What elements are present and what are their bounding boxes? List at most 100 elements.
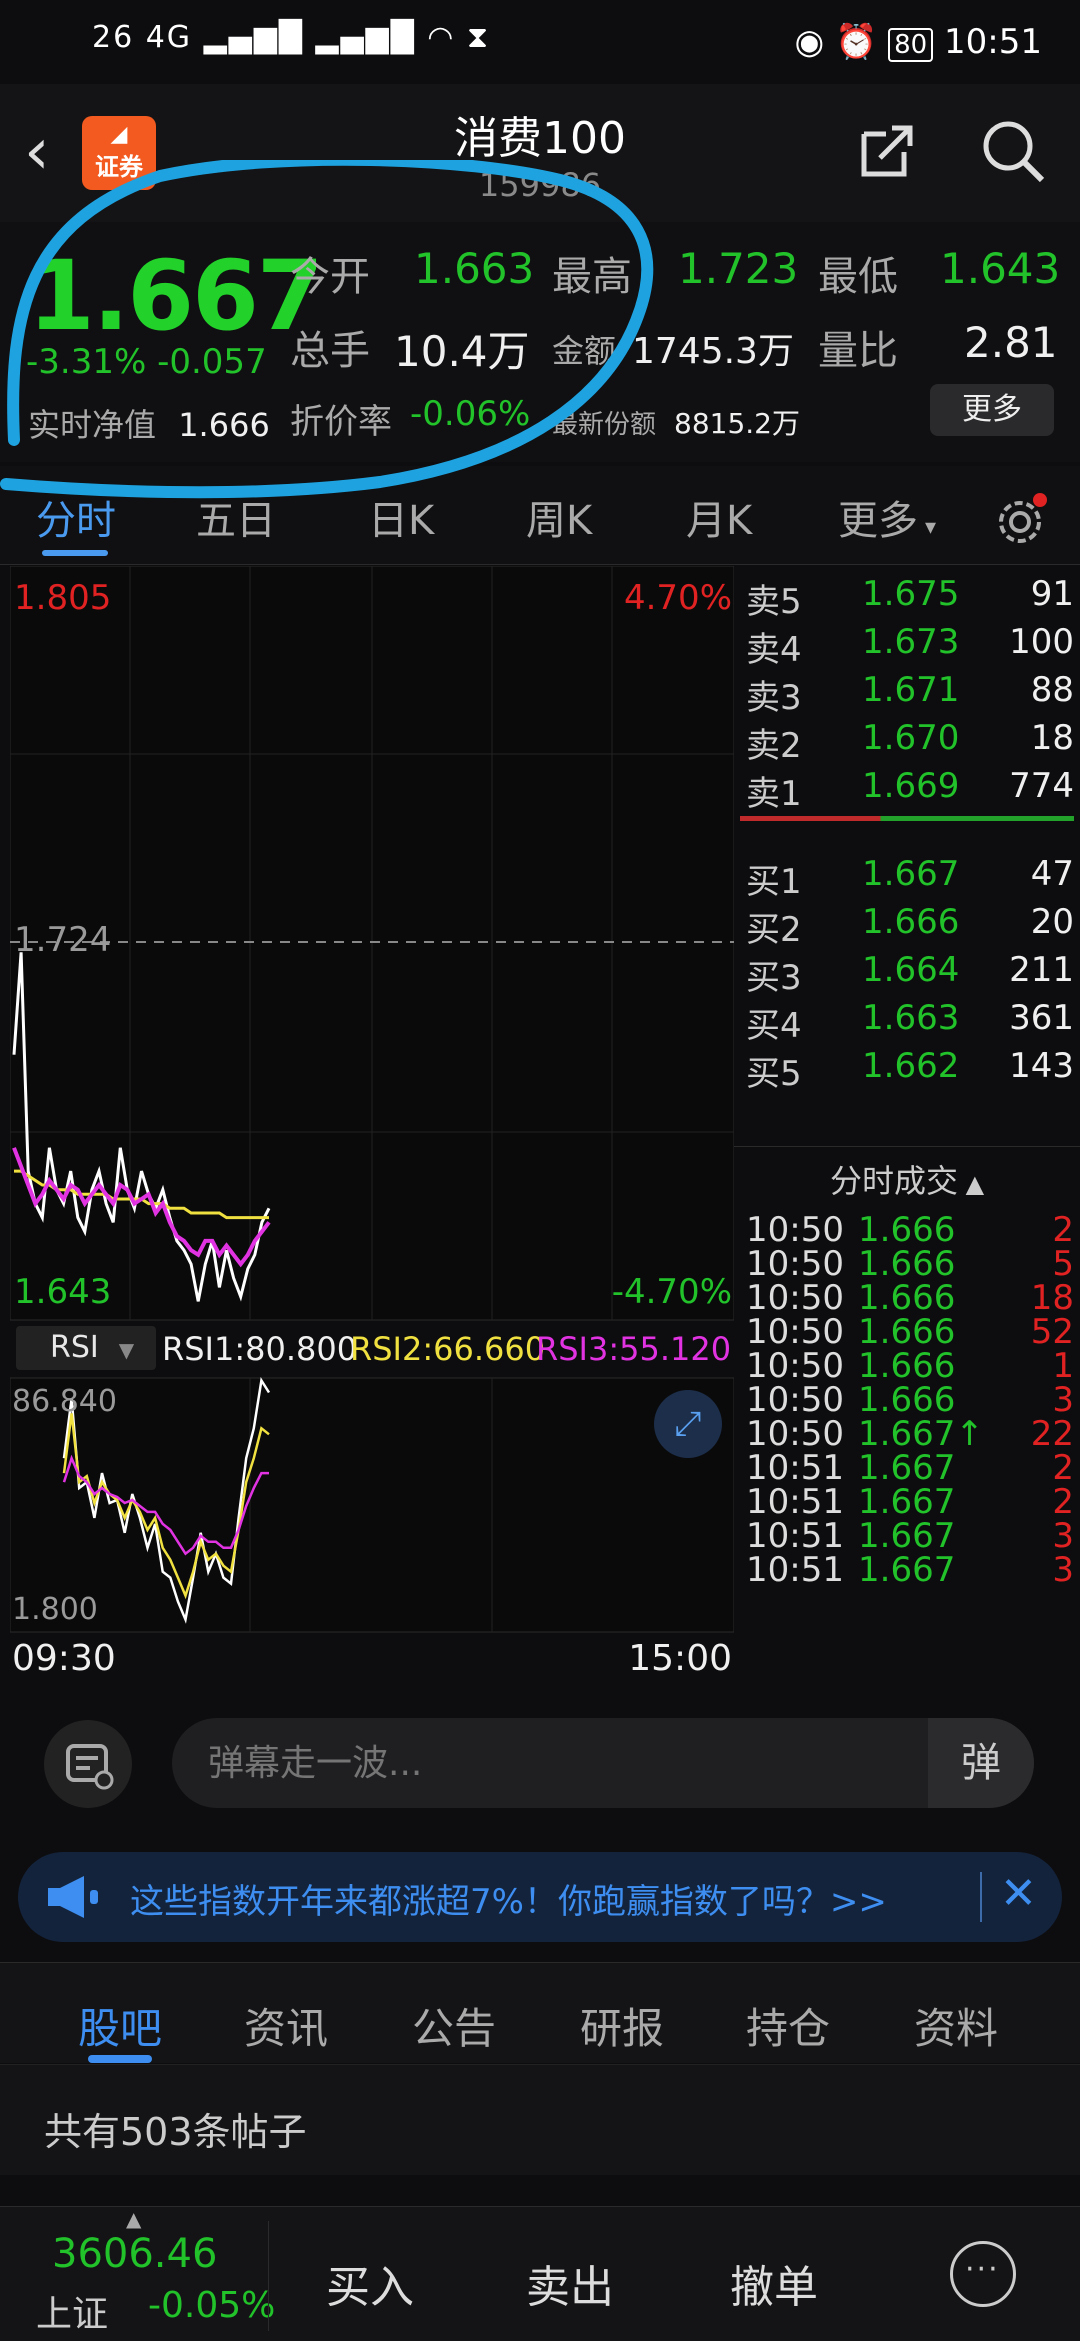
discount-value: -0.06% — [410, 394, 531, 434]
tab-intraday[interactable]: 分时 — [36, 488, 116, 546]
bid-price: 1.666 — [862, 902, 960, 942]
order-book: 卖5 1.675 91 卖4 1.673 100 卖3 1.671 88 卖2 1.6… — [734, 566, 1080, 1684]
ask-row[interactable]: 卖2 1.670 18 — [740, 718, 1074, 766]
index-value[interactable]: 3606.46 — [52, 2231, 217, 2277]
trade-row: 10:51 1.667 3 — [740, 1550, 1074, 1600]
banner-text[interactable]: 这些指数开年来都涨超7%！你跑赢指数了吗？>> — [130, 1874, 887, 1923]
sell-button[interactable]: 卖出 — [526, 2251, 614, 2315]
quote-panel: 1.667 -3.31% -0.057 实时净值 1.666 今开 1.663 … — [0, 222, 1080, 462]
cancel-order-button[interactable]: 撤单 — [730, 2251, 818, 2315]
trade-price: 1.667 — [858, 1550, 956, 1590]
header: ‹ ◢ 证券 消费100 159986 — [0, 84, 1080, 223]
tab-five-day[interactable]: 五日 — [196, 488, 276, 546]
y-bottom-label: 1.643 — [14, 1272, 112, 1312]
open-label: 今开 — [290, 254, 370, 300]
trade-volume: 3 — [1052, 1550, 1074, 1590]
bid-row[interactable]: 买3 1.664 211 — [740, 950, 1074, 998]
y-top-label: 1.805 — [14, 578, 112, 618]
amount-value: 1745.3万 — [632, 331, 794, 372]
high-value: 1.723 — [678, 244, 799, 293]
trades-header[interactable]: 分时成交 ▲ — [734, 1156, 1080, 1202]
status-bar: 26 4G ▂▄▆█ ▂▄▆█ ◠ ⧗ ◉ ⏰ 80 10:51 — [0, 0, 1080, 84]
ratio-value: 2.81 — [964, 318, 1058, 367]
amount-label: 金额 — [552, 332, 617, 370]
rsi3-value: RSI3:55.120 — [536, 1330, 732, 1368]
share-icon[interactable] — [856, 120, 918, 182]
danmu-settings-icon[interactable] — [44, 1720, 132, 1808]
posts-count: 共有503条帖子 — [44, 2110, 307, 2154]
more-button[interactable]: 更多 — [930, 384, 1054, 436]
bid-volume: 143 — [1009, 1046, 1074, 1086]
tab-news[interactable]: 资讯 — [244, 1995, 328, 2056]
time-end-label: 15:00 — [628, 1638, 732, 1679]
ask-volume: 774 — [1009, 766, 1074, 806]
expand-icon[interactable]: ⤢ — [654, 1390, 722, 1458]
ask-price: 1.670 — [862, 718, 960, 758]
ratio-label: 量比 — [818, 328, 898, 374]
tab-guba[interactable]: 股吧 — [78, 1995, 162, 2056]
indicator-select[interactable]: RSI ▼ — [16, 1326, 156, 1370]
divider — [268, 2221, 269, 2331]
tab-more[interactable]: 更多 ▾ — [838, 488, 936, 546]
bid-row[interactable]: 买4 1.663 361 — [740, 998, 1074, 1046]
open-value: 1.663 — [414, 244, 535, 293]
ask-volume: 88 — [1030, 670, 1074, 710]
settings-icon[interactable] — [994, 492, 1050, 548]
pct-bottom-label: -4.70% — [611, 1272, 732, 1312]
ask-row[interactable]: 卖1 1.669 774 — [740, 766, 1074, 814]
ask-row[interactable]: 卖5 1.675 91 — [740, 574, 1074, 622]
chart-tabs: 分时 五日 日K 周K 月K 更多 ▾ — [0, 466, 1080, 565]
bid-row[interactable]: 买5 1.662 143 — [740, 1046, 1074, 1094]
y-mid-label: 1.724 — [14, 920, 112, 960]
more-options-icon[interactable]: ··· — [950, 2241, 1016, 2307]
bid-price: 1.667 — [862, 854, 960, 894]
triangle-up-icon: ▲ — [957, 1170, 985, 1198]
tab-holdings[interactable]: 持仓 — [746, 1995, 830, 2056]
low-value: 1.643 — [940, 244, 1061, 293]
chart-canvas — [9, 565, 735, 1633]
tab-reports[interactable]: 研报 — [580, 1995, 664, 2056]
ask-row[interactable]: 卖3 1.671 88 — [740, 670, 1074, 718]
tab-weekly-k[interactable]: 周K — [526, 488, 592, 546]
high-label: 最高 — [552, 254, 632, 300]
content-tabs: 股吧 资讯 公告 研报 持仓 资料 — [0, 1962, 1080, 2063]
signal-icon: 26 4G ▂▄▆█ ▂▄▆█ ◠ ⧗ — [92, 20, 490, 55]
time-start-label: 09:30 — [12, 1638, 116, 1679]
tab-announcements[interactable]: 公告 — [412, 1995, 496, 2056]
danmu-send-button[interactable]: 弹 — [928, 1718, 1034, 1808]
rsi-y-bottom: 1.800 — [12, 1592, 98, 1627]
bid-volume: 47 — [1030, 854, 1074, 894]
trade-time: 10:51 — [746, 1550, 844, 1590]
bid-label: 买4 — [746, 1006, 802, 1046]
search-icon[interactable] — [980, 118, 1046, 184]
caret-down-icon: ▾ — [918, 515, 937, 540]
low-label: 最低 — [818, 254, 898, 300]
ask-price: 1.675 — [862, 574, 960, 614]
ask-row[interactable]: 卖4 1.673 100 — [740, 622, 1074, 670]
ask-volume: 91 — [1030, 574, 1074, 614]
bid-label: 买5 — [746, 1054, 802, 1094]
tab-daily-k[interactable]: 日K — [368, 488, 434, 546]
ask-label: 卖5 — [746, 582, 802, 622]
last-price: 1.667 — [28, 240, 324, 352]
buy-button[interactable]: 买入 — [326, 2251, 414, 2315]
rsi1-value: RSI1:80.800 — [162, 1330, 358, 1368]
caret-down-icon: ▼ — [118, 1338, 135, 1362]
bid-volume: 20 — [1030, 902, 1074, 942]
tab-monthly-k[interactable]: 月K — [686, 488, 752, 546]
posts-summary: 共有503条帖子 — [0, 2064, 1080, 2175]
nav-row: 实时净值 1.666 — [28, 406, 270, 444]
bid-label: 买2 — [746, 910, 802, 950]
tab-profile[interactable]: 资料 — [914, 1995, 998, 2056]
caret-up-icon[interactable]: ▲ — [126, 2207, 141, 2231]
alarm-icon: ⏰ — [834, 22, 878, 62]
promo-banner[interactable]: 这些指数开年来都涨超7%！你跑赢指数了吗？>> ✕ — [18, 1852, 1062, 1942]
danmu-input[interactable] — [172, 1718, 1034, 1808]
close-icon[interactable]: ✕ — [1000, 1868, 1037, 1919]
rsi2-value: RSI2:66.660 — [350, 1330, 546, 1368]
rsi-y-top: 86.840 — [12, 1384, 117, 1419]
bid-row[interactable]: 买1 1.667 47 — [740, 854, 1074, 902]
intraday-chart[interactable]: 1.805 4.70% 1.724 1.643 -4.70% RSI ▼ RSI1… — [9, 565, 735, 1684]
ask-label: 卖1 — [746, 774, 802, 814]
bid-row[interactable]: 买2 1.666 20 — [740, 902, 1074, 950]
